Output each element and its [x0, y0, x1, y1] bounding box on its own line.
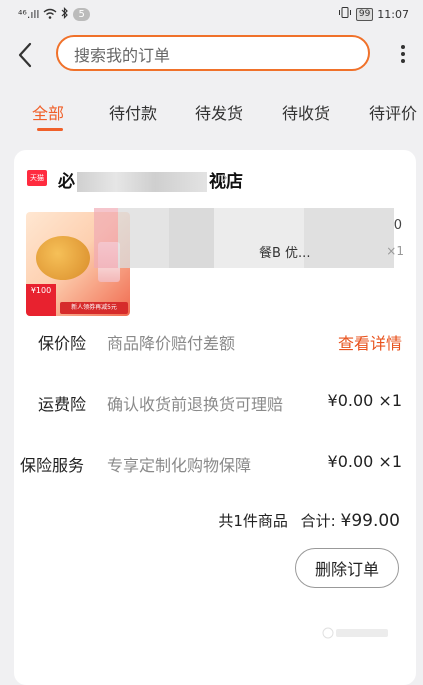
service-description: 商品降价赔付差额	[107, 334, 236, 353]
service-price: ¥0.00 ×1	[327, 452, 402, 471]
order-summary: 共1件商品 合计: ¥99.00	[218, 510, 400, 531]
tab-pending-shipment[interactable]: 待发货	[195, 100, 243, 124]
bluetooth-icon	[61, 7, 69, 22]
tab-all[interactable]: 全部	[32, 100, 64, 124]
tab-pending-review[interactable]: 待评价	[369, 100, 417, 124]
more-dot-icon	[401, 52, 405, 56]
service-description: 专享定制化购物保障	[107, 456, 252, 475]
delete-order-button[interactable]: 删除订单	[295, 548, 399, 588]
status-bar: ⁴⁶.ıll 5 99 11:07	[0, 0, 423, 30]
service-row-insurance-service: 保险服务 专享定制化购物保障 ¥0.00 ×1	[14, 448, 416, 478]
vibrate-icon	[338, 7, 352, 21]
product-title[interactable]: 餐B 优...	[259, 242, 310, 261]
service-row-shipping-insurance: 运费险 确认收货前退换货可理赔 ¥0.00 ×1	[14, 387, 416, 417]
service-row-price-protection: 保价险 商品降价赔付差额 查看详情	[14, 326, 416, 356]
item-count: 共1件商品	[218, 512, 288, 530]
service-label: 保价险	[38, 334, 87, 353]
service-label: 运费险	[38, 395, 87, 414]
product-price: 0	[393, 218, 402, 233]
total-label: 合计:	[300, 512, 336, 530]
product-quantity: ×1	[386, 244, 404, 258]
chevron-right-icon[interactable]: ›	[221, 167, 228, 188]
food-plate-illustration	[36, 236, 90, 280]
search-input[interactable]	[72, 43, 356, 67]
order-tabs: 全部 待付款 待发货 待收货 待评价	[0, 92, 423, 134]
service-price: ¥0.00 ×1	[327, 391, 402, 410]
back-button[interactable]	[14, 40, 38, 70]
image-promo-banner: 新人领券再减5元	[60, 302, 128, 314]
redacted-product-info	[94, 208, 394, 268]
chevron-left-icon	[18, 42, 32, 68]
header	[0, 30, 423, 82]
service-description: 确认收货前退换货可理赔	[107, 395, 284, 414]
more-options-button[interactable]	[393, 42, 413, 70]
shop-name[interactable]: 必视店	[58, 167, 243, 192]
redacted-text	[77, 172, 207, 192]
search-box[interactable]	[56, 35, 370, 71]
signal-icon: ⁴⁶.ıll	[18, 8, 40, 21]
more-dot-icon	[401, 45, 405, 49]
total-amount: ¥99.00	[340, 511, 400, 531]
shop-name-start: 必	[58, 172, 75, 192]
tab-pending-receipt[interactable]: 待收货	[282, 100, 330, 124]
order-card[interactable]: 天猫 必视店 › ¥100 新人领券再减5元 餐B 优... 0 ×1 保价险 …	[14, 150, 416, 685]
battery-icon: 99	[355, 7, 374, 21]
status-time: 11:07	[377, 7, 409, 21]
tmall-badge: 天猫	[27, 170, 47, 186]
view-details-link[interactable]: 查看详情	[338, 330, 402, 354]
notification-badge: 5	[73, 8, 90, 21]
watermark	[322, 626, 392, 643]
image-price-tag: ¥100	[26, 284, 56, 316]
service-label: 保险服务	[20, 456, 85, 475]
wifi-icon	[43, 8, 57, 22]
tab-pending-payment[interactable]: 待付款	[109, 100, 157, 124]
active-tab-indicator	[37, 128, 63, 131]
more-dot-icon	[401, 59, 405, 63]
